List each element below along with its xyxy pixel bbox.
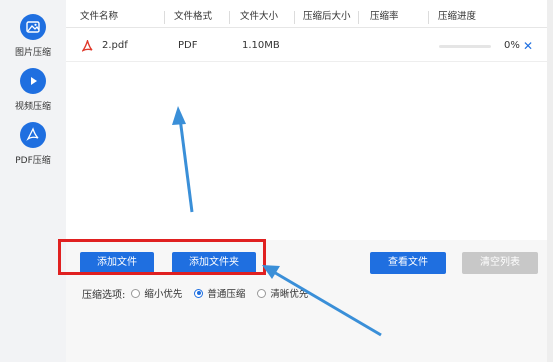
radio-label: 清晰优先	[270, 289, 309, 300]
pdf-icon	[20, 122, 46, 148]
radio-button[interactable]	[257, 288, 267, 298]
radio-button-selected[interactable]	[194, 288, 204, 298]
radio-button[interactable]	[131, 288, 141, 298]
column-divider	[428, 11, 429, 24]
radio-option[interactable]: 缩小优先	[131, 286, 182, 300]
progress-bar	[439, 45, 491, 48]
sidebar-item-label: 图片压缩	[14, 48, 51, 58]
column-header-compressed-size: 压缩后大小	[303, 11, 351, 22]
sidebar-item-video-compress[interactable]: 视频压缩	[0, 68, 66, 120]
view-files-button[interactable]: 查看文件	[370, 252, 446, 274]
remove-file-button[interactable]: ✕	[523, 30, 533, 62]
file-size: 1.10MB	[242, 40, 280, 51]
clear-list-button[interactable]: 清空列表	[462, 252, 538, 274]
sidebar-item-pdf-compress[interactable]: PDF压缩	[0, 122, 66, 174]
sidebar-item-label: 视频压缩	[14, 102, 51, 112]
column-header-progress: 压缩进度	[438, 11, 477, 22]
column-divider	[358, 11, 359, 24]
column-header-ratio: 压缩率	[370, 11, 399, 22]
sidebar: 图片压缩 视频压缩 PDF压缩	[0, 0, 66, 362]
column-divider	[294, 11, 295, 24]
column-header-size: 文件大小	[240, 11, 279, 22]
sidebar-item-image-compress[interactable]: 图片压缩	[0, 14, 66, 66]
table-header: 文件名称 文件格式 文件大小 压缩后大小 压缩率 压缩进度	[66, 6, 547, 28]
image-icon	[20, 14, 46, 40]
progress-label: 0%	[504, 40, 520, 51]
radio-option[interactable]: 清晰优先	[257, 286, 308, 300]
sidebar-item-label: PDF压缩	[15, 156, 51, 166]
compression-options: 压缩选项: 缩小优先 普通压缩 清晰优先	[82, 286, 320, 301]
column-header-format: 文件格式	[174, 11, 213, 22]
video-play-icon	[20, 68, 46, 94]
file-format: PDF	[178, 40, 198, 51]
pdf-file-icon	[82, 40, 93, 52]
file-name: 2.pdf	[102, 40, 128, 51]
column-divider	[229, 11, 230, 24]
radio-label: 普通压缩	[207, 289, 246, 300]
column-divider	[164, 11, 165, 24]
window-edge	[547, 0, 553, 362]
column-header-name: 文件名称	[80, 11, 119, 22]
options-label: 压缩选项:	[82, 289, 126, 301]
highlight-box	[58, 239, 266, 275]
radio-label: 缩小优先	[144, 289, 183, 300]
radio-option[interactable]: 普通压缩	[194, 286, 245, 300]
table-row[interactable]: 2.pdf PDF 1.10MB 0% ✕	[66, 30, 547, 62]
